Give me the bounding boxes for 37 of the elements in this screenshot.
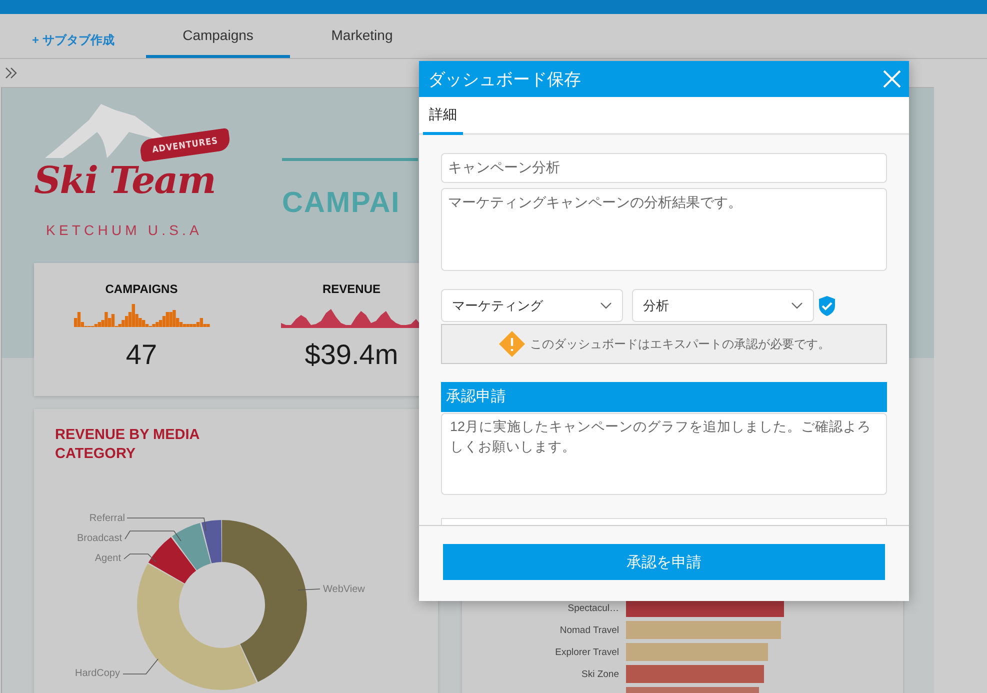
expand-icon[interactable] <box>5 67 18 79</box>
chart-title: REVENUE BY MEDIA CATEGORY <box>55 426 200 464</box>
segment-label: Referral <box>89 513 125 524</box>
bar-label: Nomad Travel <box>558 624 620 636</box>
segment-label: HardCopy <box>74 668 120 679</box>
segment-label: WebView <box>323 584 365 595</box>
subcategory-select[interactable]: 分析 <box>632 289 814 322</box>
approval-message-field[interactable]: 12月に実施したキャンペーンのグラフを追加しました。ご確認よろしくお願いします。 <box>441 413 887 495</box>
leader-line <box>298 588 320 590</box>
category-select[interactable]: マーケティング <box>441 289 623 322</box>
logo-location: KETCHUM U.S.A <box>46 222 202 238</box>
dashboard-tab[interactable]: Campaigns <box>146 22 290 58</box>
dashboard-tab[interactable]: Marketing <box>290 22 434 58</box>
name-field[interactable]: キャンペーン分析 <box>441 153 887 183</box>
leader-line <box>122 658 158 674</box>
bar-label: Ski Zone <box>580 668 620 680</box>
dialog-tab[interactable]: 詳細 <box>423 97 463 135</box>
kpi-label: REVENUE <box>322 282 380 298</box>
dialog-title: ダッシュボード保存 <box>428 68 581 90</box>
chevron-down-icon <box>600 302 612 310</box>
segment-label: Broadcast <box>76 533 122 544</box>
leader-line <box>124 554 156 562</box>
dashboard-title: CAMPAI <box>282 187 402 220</box>
kpi-value: 47 <box>126 339 158 371</box>
warning-icon <box>498 330 526 358</box>
leader-line <box>124 530 182 542</box>
segment-label: Agent <box>94 553 121 564</box>
kpi-value: $39.4m <box>304 339 398 371</box>
bar-label: Spectacul… <box>566 602 620 614</box>
logo-wordmark: Ski Team <box>34 162 216 199</box>
chevron-down-icon <box>791 302 803 310</box>
approval-heading: 承認申請 <box>441 382 887 412</box>
description-field[interactable]: マーケティングキャンペーンの分析結果です。 <box>441 188 887 271</box>
warning-message: このダッシュボードはエキスパートの承認が必要です。 <box>530 336 830 352</box>
kpi-label: CAMPAIGNS <box>105 282 178 298</box>
close-button[interactable] <box>882 69 902 89</box>
bar-label: Explorer Travel <box>554 646 620 658</box>
